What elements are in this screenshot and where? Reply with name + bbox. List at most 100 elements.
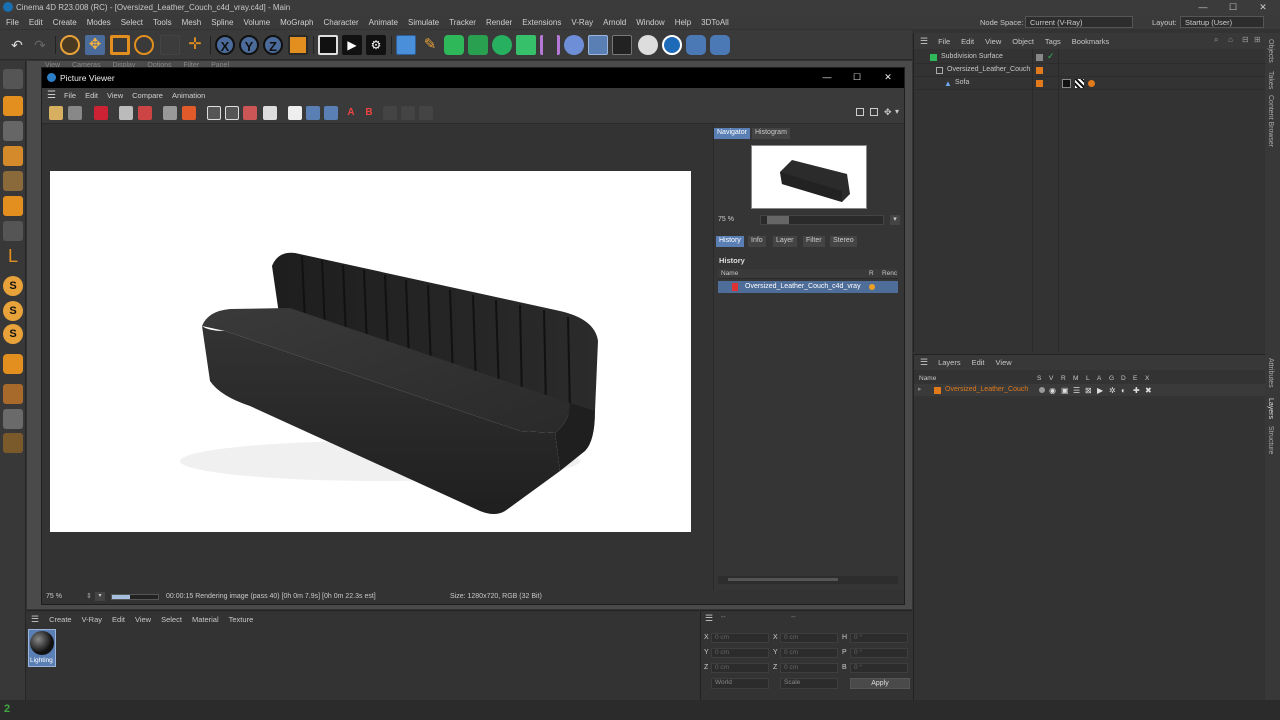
side-tab-content-browser[interactable]: Content Browser xyxy=(1267,95,1274,147)
subdivision-surface-icon[interactable] xyxy=(444,35,464,55)
render-picture-viewer-icon[interactable]: ▶ xyxy=(342,35,362,55)
menu-vray[interactable]: V-Ray xyxy=(571,18,593,27)
cube-icon[interactable] xyxy=(396,35,416,55)
pv-zoom-dropdown-icon[interactable]: ▾ xyxy=(95,592,105,601)
menu-volume[interactable]: Volume xyxy=(243,18,270,27)
new-window-icon[interactable]: ⊞ xyxy=(1254,35,1261,44)
pos-y-field[interactable]: 0 cm xyxy=(711,648,769,658)
clone-icon[interactable] xyxy=(182,106,196,120)
home-icon[interactable]: ⌂ xyxy=(1228,35,1233,44)
phong-tag-icon[interactable] xyxy=(1088,80,1095,87)
live-selection-icon[interactable] xyxy=(60,35,80,55)
python-script-icon[interactable] xyxy=(710,35,730,55)
camera-icon[interactable] xyxy=(612,35,632,55)
compare-icon[interactable] xyxy=(263,106,277,120)
navigator-zoom-value[interactable]: 75 % xyxy=(718,216,734,223)
recent-tools-icon[interactable] xyxy=(160,35,180,55)
menu-render[interactable]: Render xyxy=(486,18,512,27)
texture-mode-icon[interactable] xyxy=(3,121,23,141)
lm-title[interactable]: Layers xyxy=(938,358,961,367)
menu-edit[interactable]: Edit xyxy=(29,18,43,27)
object-row[interactable]: Subdivision Surface ✓ xyxy=(914,51,1266,64)
grid-icon[interactable] xyxy=(3,384,23,404)
rot-b-field[interactable]: 0 ° xyxy=(850,663,908,673)
make-editable-icon[interactable] xyxy=(3,69,23,89)
enabled-check-icon[interactable]: ✓ xyxy=(1047,51,1055,62)
lock-icon[interactable]: ⊠ xyxy=(1085,386,1092,395)
render-settings-icon[interactable]: ⚙ xyxy=(366,35,386,55)
pv-menu-edit[interactable]: Edit xyxy=(85,91,98,100)
menu-arnold[interactable]: Arnold xyxy=(603,18,626,27)
layout-select[interactable]: Startup (User) xyxy=(1180,16,1264,28)
menu-simulate[interactable]: Simulate xyxy=(408,18,439,27)
generators-icon[interactable]: ✲ xyxy=(1109,386,1116,395)
expressions-icon[interactable]: ✚ xyxy=(1133,386,1140,395)
render-view-icon[interactable] xyxy=(318,35,338,55)
vray-icon[interactable] xyxy=(662,35,682,55)
search-icon[interactable]: ⌕ xyxy=(1214,35,1218,45)
uvw-tag-icon[interactable] xyxy=(1075,79,1084,88)
material-swatch[interactable]: Lighting xyxy=(28,629,56,667)
scene-icon[interactable] xyxy=(564,35,584,55)
bend-deformer-icon[interactable] xyxy=(540,35,560,55)
rot-p-field[interactable]: 0 ° xyxy=(850,648,908,658)
tab-histogram[interactable]: Histogram xyxy=(752,128,790,139)
fit-icon[interactable] xyxy=(207,106,221,120)
navigator-thumbnail[interactable] xyxy=(751,145,867,209)
uv-mode-icon[interactable] xyxy=(3,221,23,241)
mm-menu-create[interactable]: Create xyxy=(49,615,72,624)
apply-button[interactable]: Apply xyxy=(850,678,910,689)
scale-icon[interactable] xyxy=(110,35,130,55)
side-tab-layers[interactable]: Layers xyxy=(1267,398,1274,419)
stop-render-icon[interactable] xyxy=(94,106,108,120)
lm-menu-view[interactable]: View xyxy=(996,358,1012,367)
filter-icon[interactable]: ⊟ xyxy=(1242,35,1249,44)
solo-icon[interactable] xyxy=(3,433,23,453)
coordinate-system-select[interactable]: World xyxy=(711,678,769,689)
layer-row[interactable]: ▸ Oversized_Leather_Couch ◉ ▣ ☰ ⊠ ▶ ✲ ◐ … xyxy=(914,384,1266,396)
cm-hamburger-icon[interactable]: ☰ xyxy=(705,613,713,624)
side-tab-structure[interactable]: Structure xyxy=(1267,426,1274,454)
overlay-icon[interactable] xyxy=(419,106,433,120)
pv-menu-animation[interactable]: Animation xyxy=(172,91,205,100)
region-icon[interactable] xyxy=(119,106,133,120)
tab-history[interactable]: History xyxy=(716,236,744,247)
animation-icon[interactable]: ▶ xyxy=(1097,386,1103,395)
pv-minimize-button[interactable]: — xyxy=(812,70,842,85)
mm-menu-select[interactable]: Select xyxy=(161,615,182,624)
points-mode-icon[interactable] xyxy=(3,146,23,166)
mm-menu-edit[interactable]: Edit xyxy=(112,615,125,624)
menu-character[interactable]: Character xyxy=(324,18,359,27)
lock-workplane-icon[interactable] xyxy=(3,409,23,429)
om-menu-bookmarks[interactable]: Bookmarks xyxy=(1072,37,1110,46)
layer-color-icon[interactable] xyxy=(1036,67,1043,74)
rot-h-field[interactable]: 0 ° xyxy=(850,633,908,643)
history-row[interactable]: Oversized_Leather_Couch_c4d_vray xyxy=(718,281,898,293)
tab-navigator[interactable]: Navigator xyxy=(714,128,750,139)
diff-icon[interactable] xyxy=(401,106,415,120)
array-icon[interactable] xyxy=(492,35,512,55)
mm-menu-vray[interactable]: V-Ray xyxy=(82,615,102,624)
object-row[interactable]: ▲ Sofa xyxy=(914,77,1266,90)
layer-color-icon[interactable] xyxy=(1036,80,1043,87)
model-mode-icon[interactable] xyxy=(3,96,23,116)
fit-width-icon[interactable] xyxy=(225,106,239,120)
redo-icon[interactable]: ↷ xyxy=(30,35,50,55)
navigator-zoom-slider[interactable] xyxy=(760,215,884,225)
move-icon[interactable]: ✥ xyxy=(85,35,105,55)
om-menu-object[interactable]: Object xyxy=(1012,37,1034,46)
tab-layer[interactable]: Layer xyxy=(773,236,797,247)
menu-help[interactable]: Help xyxy=(675,18,691,27)
undo-icon[interactable]: ↶ xyxy=(7,35,27,55)
side-tab-takes[interactable]: Takes xyxy=(1267,71,1274,89)
om-menu-view[interactable]: View xyxy=(985,37,1001,46)
scroll-down-icon[interactable]: ▾ xyxy=(895,107,899,116)
ab-icon[interactable] xyxy=(288,106,302,120)
split-vertical-icon[interactable] xyxy=(324,106,338,120)
layer-color-swatch[interactable] xyxy=(934,387,941,394)
edges-mode-icon[interactable] xyxy=(3,171,23,191)
snap-icon[interactable]: S xyxy=(3,276,23,296)
snap-settings-icon[interactable]: S xyxy=(3,301,23,321)
mm-menu-texture[interactable]: Texture xyxy=(229,615,254,624)
om-menu-tags[interactable]: Tags xyxy=(1045,37,1061,46)
